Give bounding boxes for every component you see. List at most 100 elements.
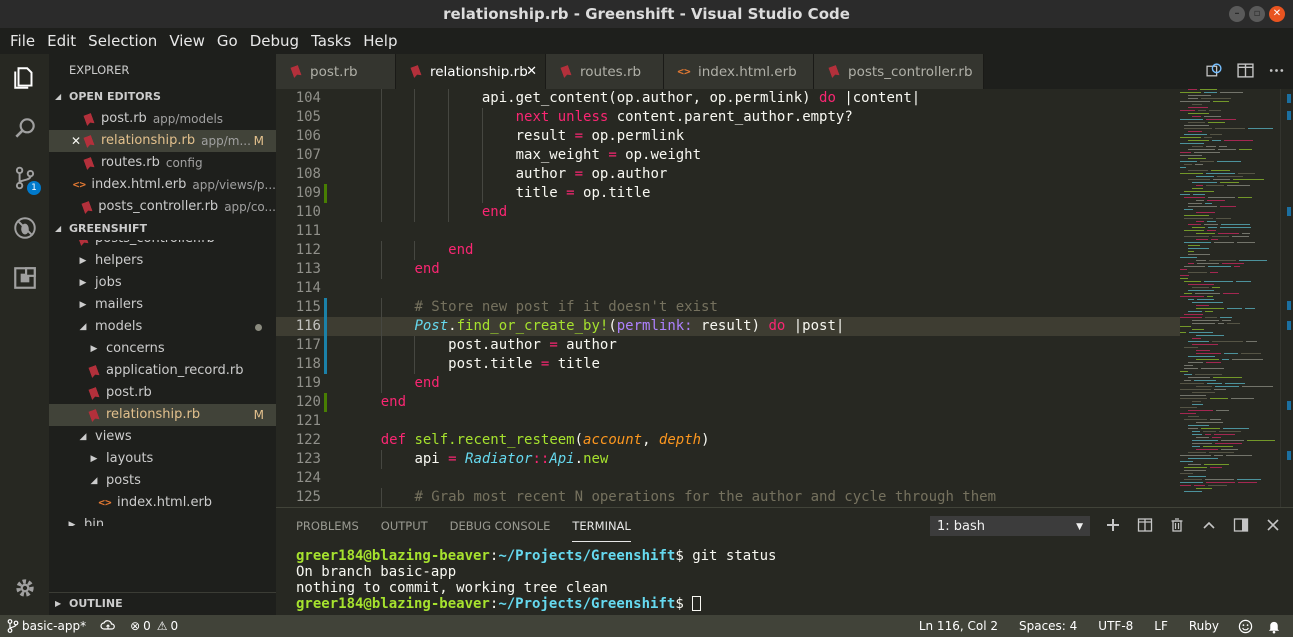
sync-status[interactable] xyxy=(93,615,123,637)
indent-guide xyxy=(448,89,450,108)
tree-item[interactable]: ▶ layouts xyxy=(49,448,276,470)
debug-activity[interactable] xyxy=(0,206,49,250)
code-token: end xyxy=(414,375,440,391)
minimap-line xyxy=(1180,173,1203,174)
code-text: end xyxy=(381,393,406,412)
indent-guide xyxy=(380,108,382,127)
minimap-line xyxy=(1205,203,1212,204)
search-activity[interactable] xyxy=(0,106,49,150)
close-panel-icon[interactable] xyxy=(1265,517,1281,533)
trash-icon[interactable] xyxy=(1169,517,1185,533)
tree-item[interactable]: posts_controller.rb xyxy=(49,240,276,250)
open-editor-item[interactable]: posts_controller.rb app/co... xyxy=(49,196,276,218)
tree-item[interactable]: ▶ mailers xyxy=(49,294,276,316)
minimap-line xyxy=(1180,296,1204,297)
open-editors-header[interactable]: ◢ OPEN EDITORS xyxy=(49,86,276,108)
open-editor-item[interactable]: <> index.html.erb app/views/p... xyxy=(49,174,276,196)
minimap-line xyxy=(1184,236,1209,237)
editor-tab[interactable]: post.rb xyxy=(276,54,396,89)
panel-tab-output[interactable]: OUTPUT xyxy=(381,508,428,542)
menu-help[interactable]: Help xyxy=(357,28,403,54)
menu-view[interactable]: View xyxy=(163,28,211,54)
panel-tab-problems[interactable]: PROBLEMS xyxy=(296,508,359,542)
open-editor-item[interactable]: post.rb app/models xyxy=(49,108,276,130)
new-terminal-icon[interactable] xyxy=(1105,517,1121,533)
menu-debug[interactable]: Debug xyxy=(244,28,305,54)
tree-item[interactable]: ▶ concerns xyxy=(49,338,276,360)
tree-item[interactable]: ◢ posts xyxy=(49,470,276,492)
encoding[interactable]: UTF-8 xyxy=(1091,615,1147,637)
language-mode[interactable]: Ruby xyxy=(1182,615,1231,637)
feedback-button[interactable] xyxy=(1231,615,1260,637)
minimap-line xyxy=(1234,266,1240,267)
code-token: |post| xyxy=(785,318,845,334)
open-editor-item[interactable]: ✕ relationship.rb app/m... M xyxy=(49,130,276,152)
source-control-activity[interactable]: 1 xyxy=(0,156,49,200)
tree-item[interactable]: relationship.rb M xyxy=(49,404,276,426)
tree-item[interactable]: ◢ models xyxy=(49,316,276,338)
outline-header[interactable]: ▶ OUTLINE xyxy=(49,592,276,614)
minimap-line xyxy=(1196,386,1212,387)
project-header[interactable]: ◢ GREENSHIFT xyxy=(49,218,276,240)
tree-item[interactable]: ◢ views xyxy=(49,426,276,448)
tree-item-label: concerns xyxy=(106,341,165,356)
menu-go[interactable]: Go xyxy=(211,28,244,54)
minimize-button[interactable]: – xyxy=(1229,6,1245,22)
minimap-line xyxy=(1205,317,1217,318)
open-changes-icon[interactable] xyxy=(1206,62,1223,79)
minimap-line xyxy=(1208,266,1231,267)
chevron-up-icon[interactable] xyxy=(1201,517,1217,533)
tree-item[interactable]: ▶ helpers xyxy=(49,250,276,272)
menu-edit[interactable]: Edit xyxy=(41,28,82,54)
terminal-select[interactable]: 1: bash ▼ xyxy=(930,516,1090,536)
editor-tab[interactable]: routes.rb xyxy=(546,54,664,89)
tree-item[interactable]: application_record.rb xyxy=(49,360,276,382)
minimap-line xyxy=(1206,185,1224,186)
minimap-line xyxy=(1219,431,1241,432)
code-line: 118 post.title = title xyxy=(276,355,1180,374)
modified-line-marker xyxy=(324,317,327,336)
editor-tab[interactable]: <> index.html.erb xyxy=(664,54,814,89)
menu-tasks[interactable]: Tasks xyxy=(305,28,357,54)
more-actions-icon[interactable] xyxy=(1268,62,1285,79)
terminal-output[interactable]: greer184@blazing-beaver:~/Projects/Green… xyxy=(296,548,776,612)
editor-scrollbar[interactable] xyxy=(1280,89,1293,507)
open-editor-name: posts_controller.rb xyxy=(98,199,219,214)
notifications-button[interactable] xyxy=(1260,615,1293,637)
split-editor-icon[interactable] xyxy=(1237,62,1254,79)
code-editor[interactable]: 104 api.get_content(op.author, op.permlin… xyxy=(276,89,1293,507)
tree-item[interactable]: <> index.html.erb xyxy=(49,492,276,514)
close-icon[interactable]: ✕ xyxy=(526,64,537,79)
minimap-line xyxy=(1180,194,1190,195)
explorer-activity[interactable] xyxy=(0,56,49,100)
minimap[interactable] xyxy=(1180,89,1280,507)
menu-file[interactable]: File xyxy=(4,28,41,54)
problems-status[interactable]: ⊗ 0 ⚠ 0 xyxy=(123,615,185,637)
minimap-line xyxy=(1188,89,1197,90)
minimap-line xyxy=(1215,128,1245,129)
close-window-button[interactable]: ✕ xyxy=(1269,6,1285,22)
tree-item[interactable]: ▶ jobs xyxy=(49,272,276,294)
maximize-button[interactable]: ▫ xyxy=(1249,6,1265,22)
panel-tab-debug-console[interactable]: DEBUG CONSOLE xyxy=(450,508,551,542)
tree-item[interactable]: post.rb xyxy=(49,382,276,404)
extensions-activity[interactable] xyxy=(0,256,49,300)
open-editor-item[interactable]: routes.rb config xyxy=(49,152,276,174)
panel-tab-terminal[interactable]: TERMINAL xyxy=(572,508,631,542)
line-ending[interactable]: LF xyxy=(1147,615,1182,637)
editor-tab[interactable]: posts_controller.rb xyxy=(814,54,984,89)
editor-tab[interactable]: relationship.rb ✕ xyxy=(396,54,546,89)
ruby-file-icon xyxy=(77,240,89,245)
cursor-position[interactable]: Ln 116, Col 2 xyxy=(912,615,1012,637)
close-icon[interactable]: ✕ xyxy=(69,130,83,152)
manage-activity[interactable] xyxy=(0,566,49,610)
tree-item[interactable]: ▶ bin xyxy=(49,514,276,526)
branch-status[interactable]: basic-app* xyxy=(0,615,93,637)
indentation[interactable]: Spaces: 4 xyxy=(1012,615,1091,637)
split-terminal-icon[interactable] xyxy=(1137,517,1153,533)
scm-badge: 1 xyxy=(27,181,41,195)
chevron-right-icon: ▶ xyxy=(79,300,87,310)
toggle-panel-icon[interactable] xyxy=(1233,517,1249,533)
minimap-line xyxy=(1212,140,1221,141)
menu-selection[interactable]: Selection xyxy=(82,28,163,54)
